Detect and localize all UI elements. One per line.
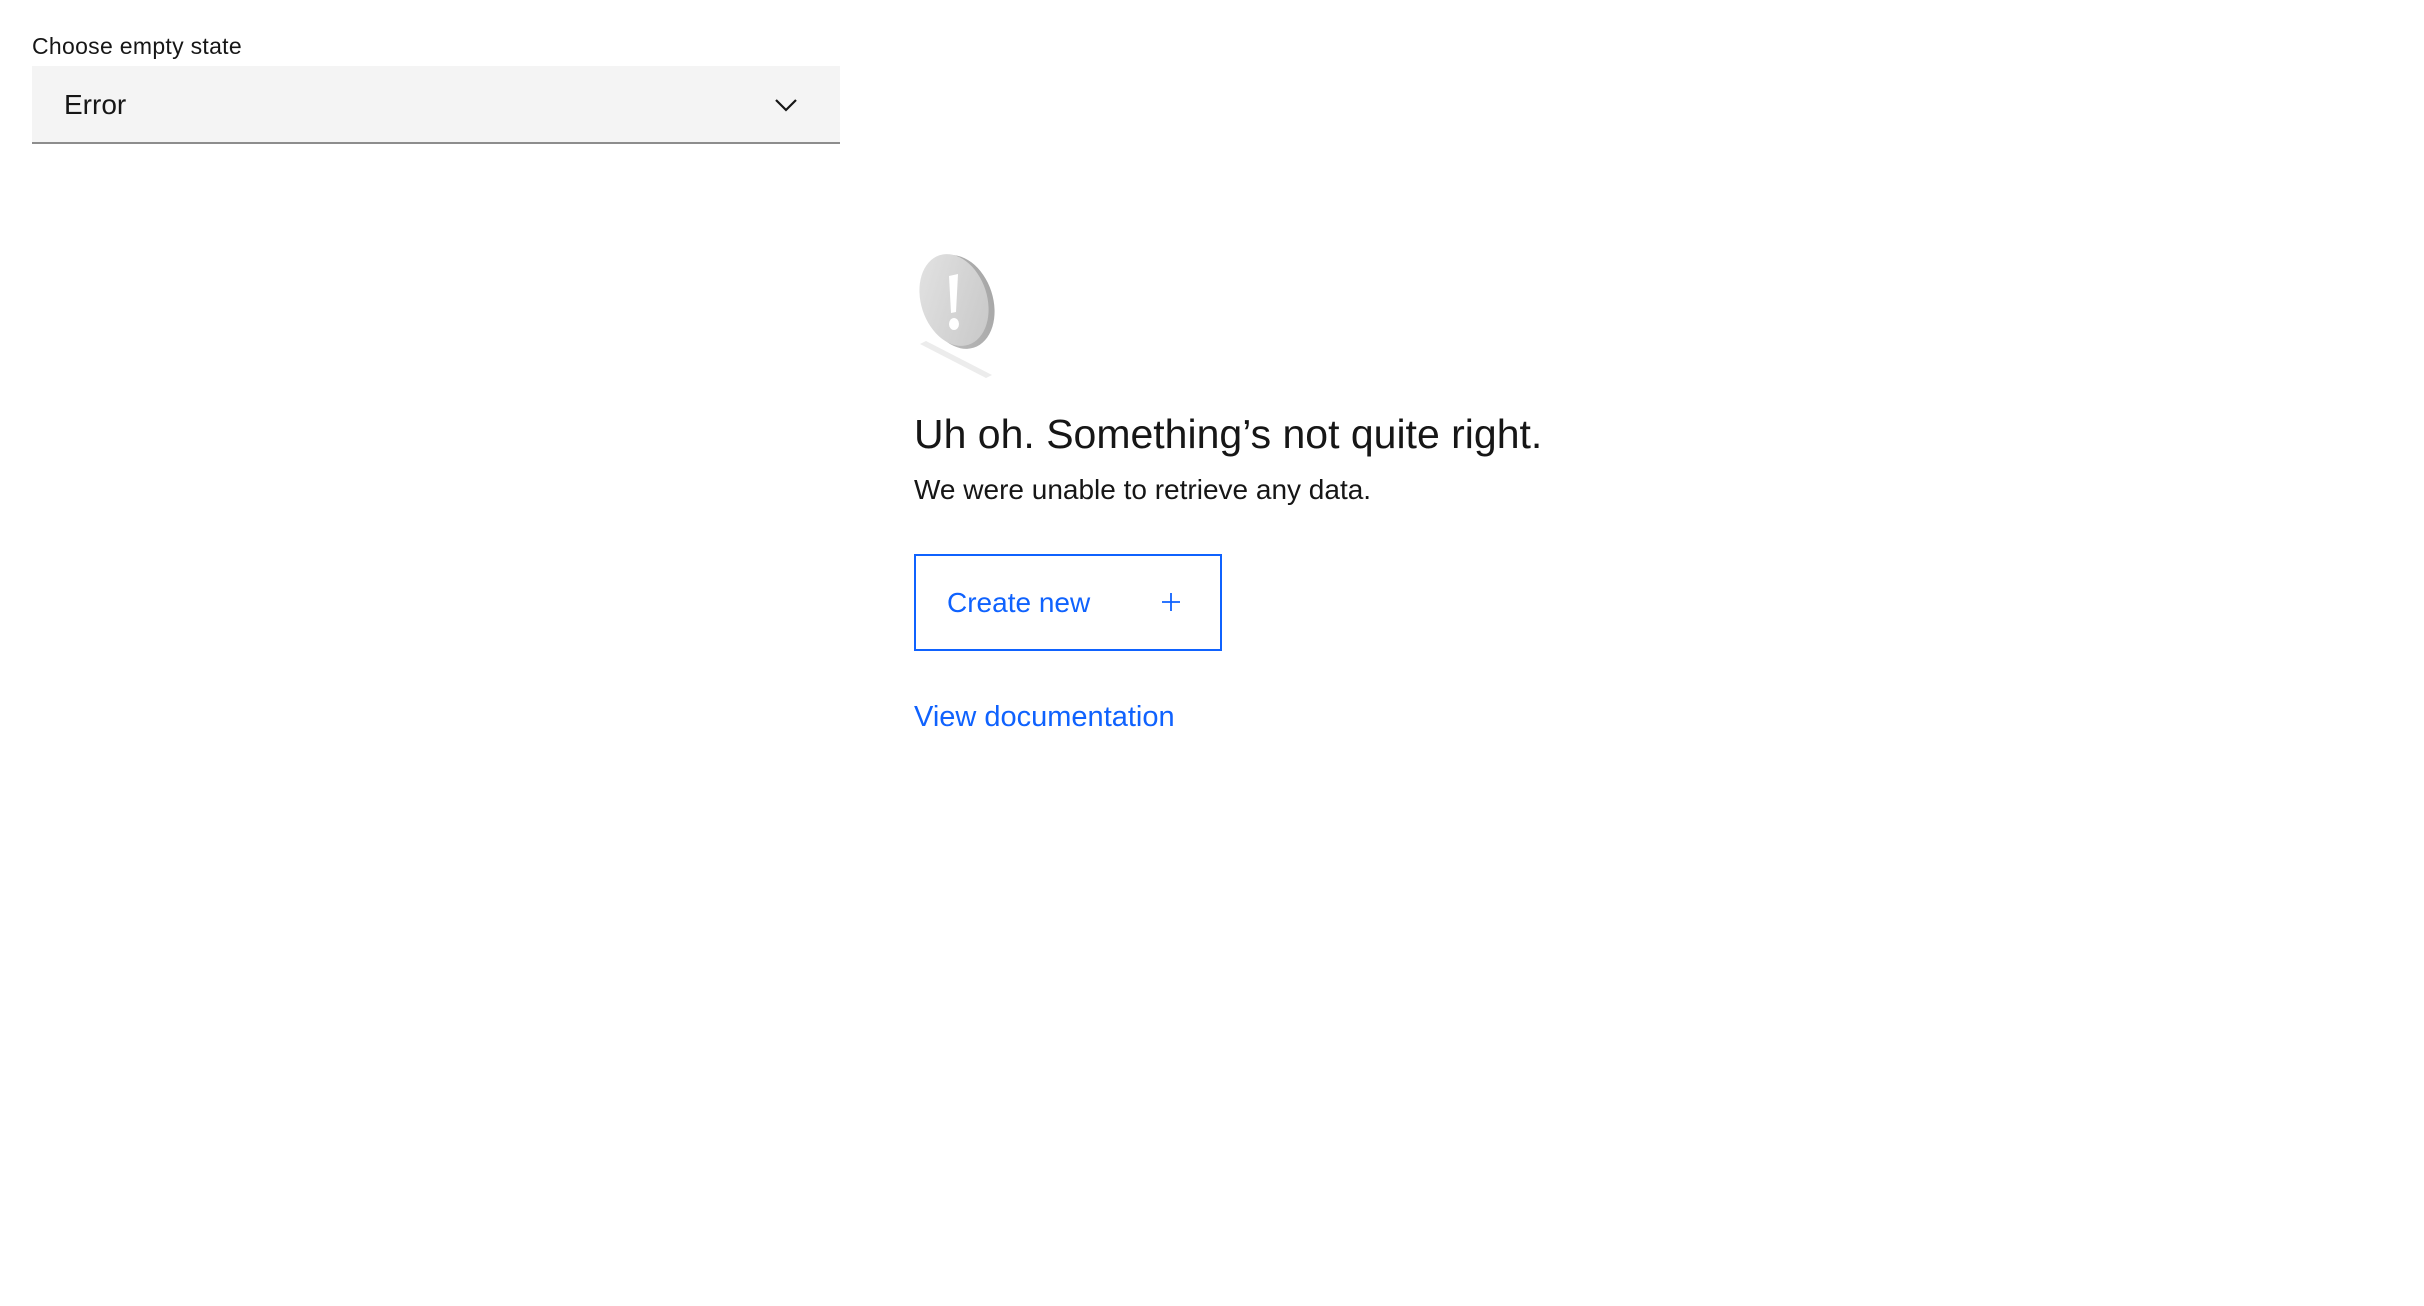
create-new-label: Create new: [947, 587, 1091, 618]
create-new-button[interactable]: Create new: [914, 554, 1222, 651]
selector-label: Choose empty state: [32, 33, 242, 59]
error-exclamation-icon: [919, 254, 995, 378]
plus-icon: [1162, 593, 1180, 611]
empty-state-dropdown[interactable]: Error: [32, 66, 840, 144]
chevron-down-icon: [775, 99, 797, 112]
empty-state-selector: Choose empty state Error: [32, 30, 840, 144]
empty-state: Uh oh. Something’s not quite right. We w…: [914, 252, 1914, 737]
empty-state-subtitle: We were unable to retrieve any data.: [914, 474, 1372, 505]
dropdown-selected-value: Error: [64, 89, 127, 120]
empty-state-title: Uh oh. Something’s not quite right.: [914, 411, 1543, 457]
view-documentation-link[interactable]: View documentation: [914, 697, 1175, 737]
